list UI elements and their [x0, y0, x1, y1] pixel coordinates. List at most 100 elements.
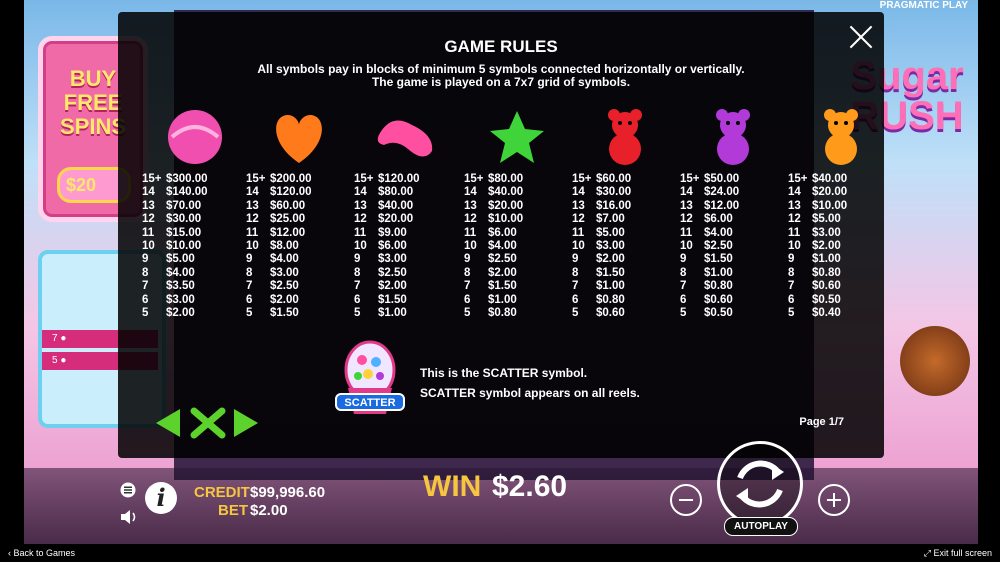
paytable-row: 14 $30.00 [572, 186, 662, 199]
paytable-row: 10 $10.00 [142, 240, 232, 253]
paytable-row: 10 $6.00 [354, 240, 444, 253]
symbol-count: 8 [464, 266, 471, 279]
close-icon[interactable] [848, 24, 874, 50]
paytable-row: 8 $1.00 [680, 267, 770, 280]
symbol-count: 9 [142, 253, 149, 266]
symbol-count: 15+ [788, 173, 808, 185]
game-rules-modal: GAME RULES All symbols pay in blocks of … [118, 12, 884, 458]
autoplay-button[interactable]: AUTOPLAY [724, 517, 798, 536]
payout-value: $1.00 [378, 307, 407, 320]
symbol-count: 13 [246, 199, 259, 212]
symbol-count: 7 [680, 280, 687, 293]
payout-value: $4.00 [488, 240, 517, 253]
paytable-row: 11 $3.00 [788, 227, 878, 240]
paytable-row: 6 $0.80 [572, 294, 662, 307]
paytable-row: 12 $5.00 [788, 213, 878, 226]
paytable-values: 15+ $300.00 14 $140.00 13 $70.00 12 $30.00 11 $15… [142, 173, 232, 320]
paytable-row: 7 $0.60 [788, 280, 878, 293]
symbol-count: 6 [142, 293, 149, 306]
decrease-bet-button[interactable] [670, 484, 702, 516]
payout-value: $2.50 [270, 280, 299, 293]
paytable-row: 9 $1.50 [680, 253, 770, 266]
info-button[interactable]: i [145, 482, 177, 514]
close-rules-x-icon[interactable] [190, 407, 226, 439]
symbol-count: 10 [142, 240, 155, 253]
paytable-row: 13 $70.00 [142, 200, 232, 213]
payout-value: $10.00 [812, 199, 848, 212]
paytable-row: 8 $3.00 [246, 267, 336, 280]
paytable-row: 15+ $50.00 [680, 173, 770, 186]
paytable-row: 9 $2.50 [464, 253, 554, 266]
payout-value: $4.00 [270, 253, 299, 266]
modal-description: All symbols pay in blocks of minimum 5 s… [257, 62, 745, 89]
spin-button[interactable] [717, 441, 803, 527]
status-bar: ‹ Back to Games ⤢ Exit full screen [0, 544, 1000, 562]
symbol-count: 7 [788, 280, 795, 293]
credit-value: $99,996.60 [250, 484, 326, 501]
paytable-row: 10 $2.00 [788, 240, 878, 253]
payout-value: $0.60 [812, 280, 841, 293]
symbol-count: 14 [246, 186, 259, 199]
payout-value: $50.00 [704, 173, 740, 185]
symbol-count: 9 [572, 253, 579, 266]
win-value: $2.60 [492, 470, 568, 503]
symbol-count: 9 [680, 253, 687, 266]
symbol-count: 10 [572, 240, 585, 253]
green-star-candy-icon [490, 111, 544, 163]
paytable-values: 15+ $200.00 14 $120.00 13 $60.00 12 $25.00 11 $12… [246, 173, 336, 320]
pink-jellybean-icon [377, 120, 433, 157]
paytable-row: 12 $6.00 [680, 213, 770, 226]
payout-value: $10.00 [488, 213, 524, 226]
paytable-row: 13 $16.00 [572, 200, 662, 213]
payout-value: $1.00 [704, 266, 733, 279]
paytable-row: 6 $1.50 [354, 294, 444, 307]
payout-value: $1.50 [270, 307, 299, 320]
payout-value: $12.00 [270, 226, 306, 239]
payout-value: $0.80 [488, 307, 517, 320]
symbol-count: 12 [354, 213, 367, 226]
page-navigation [156, 407, 258, 439]
paytable-row: 14 $140.00 [142, 186, 232, 199]
paytable-row: 15+ $60.00 [572, 173, 662, 186]
sound-icon[interactable] [119, 508, 139, 526]
payout-value: $12.00 [704, 199, 740, 212]
symbol-count: 6 [788, 293, 795, 306]
payout-value: $60.00 [596, 173, 632, 185]
symbol-count: 10 [246, 240, 259, 253]
payout-value: $0.50 [704, 307, 733, 320]
symbol-count: 14 [680, 186, 693, 199]
red-gummy-bear-icon [608, 109, 642, 165]
payout-value: $6.00 [704, 213, 733, 226]
paytable-row: 5 $0.50 [680, 307, 770, 320]
increase-bet-button[interactable] [818, 484, 850, 516]
paytable-row: 12 $7.00 [572, 213, 662, 226]
pink-lollipop-icon [168, 110, 222, 164]
payout-value: $0.60 [704, 293, 733, 306]
paytable-values: 15+ $120.00 14 $80.00 13 $40.00 12 $20.00 11 $9.0… [354, 173, 444, 320]
back-to-games-link[interactable]: ‹ Back to Games [8, 544, 75, 562]
menu-icon[interactable] [120, 482, 136, 498]
payout-value: $1.50 [596, 266, 625, 279]
paytable-row: 14 $120.00 [246, 186, 336, 199]
symbol-count: 14 [464, 186, 477, 199]
paytable-values: 15+ $80.00 14 $40.00 13 $20.00 12 $10.00 11 $6.00… [464, 173, 554, 320]
previous-page-arrow-icon[interactable] [156, 409, 180, 437]
payout-value: $120.00 [378, 173, 420, 185]
paytable-row: 8 $0.80 [788, 267, 878, 280]
paytable-row: 7 $1.00 [572, 280, 662, 293]
payout-value: $40.00 [378, 199, 414, 212]
paytable-row: 12 $30.00 [142, 213, 232, 226]
paytable-row: 15+ $200.00 [246, 173, 336, 186]
symbol-count: 5 [246, 307, 253, 320]
payout-value: $20.00 [812, 186, 848, 199]
orange-gummy-bear-icon [824, 109, 858, 165]
paytable-row: 6 $2.00 [246, 294, 336, 307]
orange-heart-candy-icon [276, 115, 322, 163]
exit-full-screen-link[interactable]: ⤢ Exit full screen [924, 544, 992, 562]
symbol-count: 6 [464, 293, 471, 306]
next-page-arrow-icon[interactable] [234, 409, 258, 437]
payout-value: $2.00 [488, 266, 517, 279]
payout-value: $40.00 [812, 173, 848, 185]
paytable-row: 15+ $300.00 [142, 173, 232, 186]
paytable-row: 8 $4.00 [142, 267, 232, 280]
